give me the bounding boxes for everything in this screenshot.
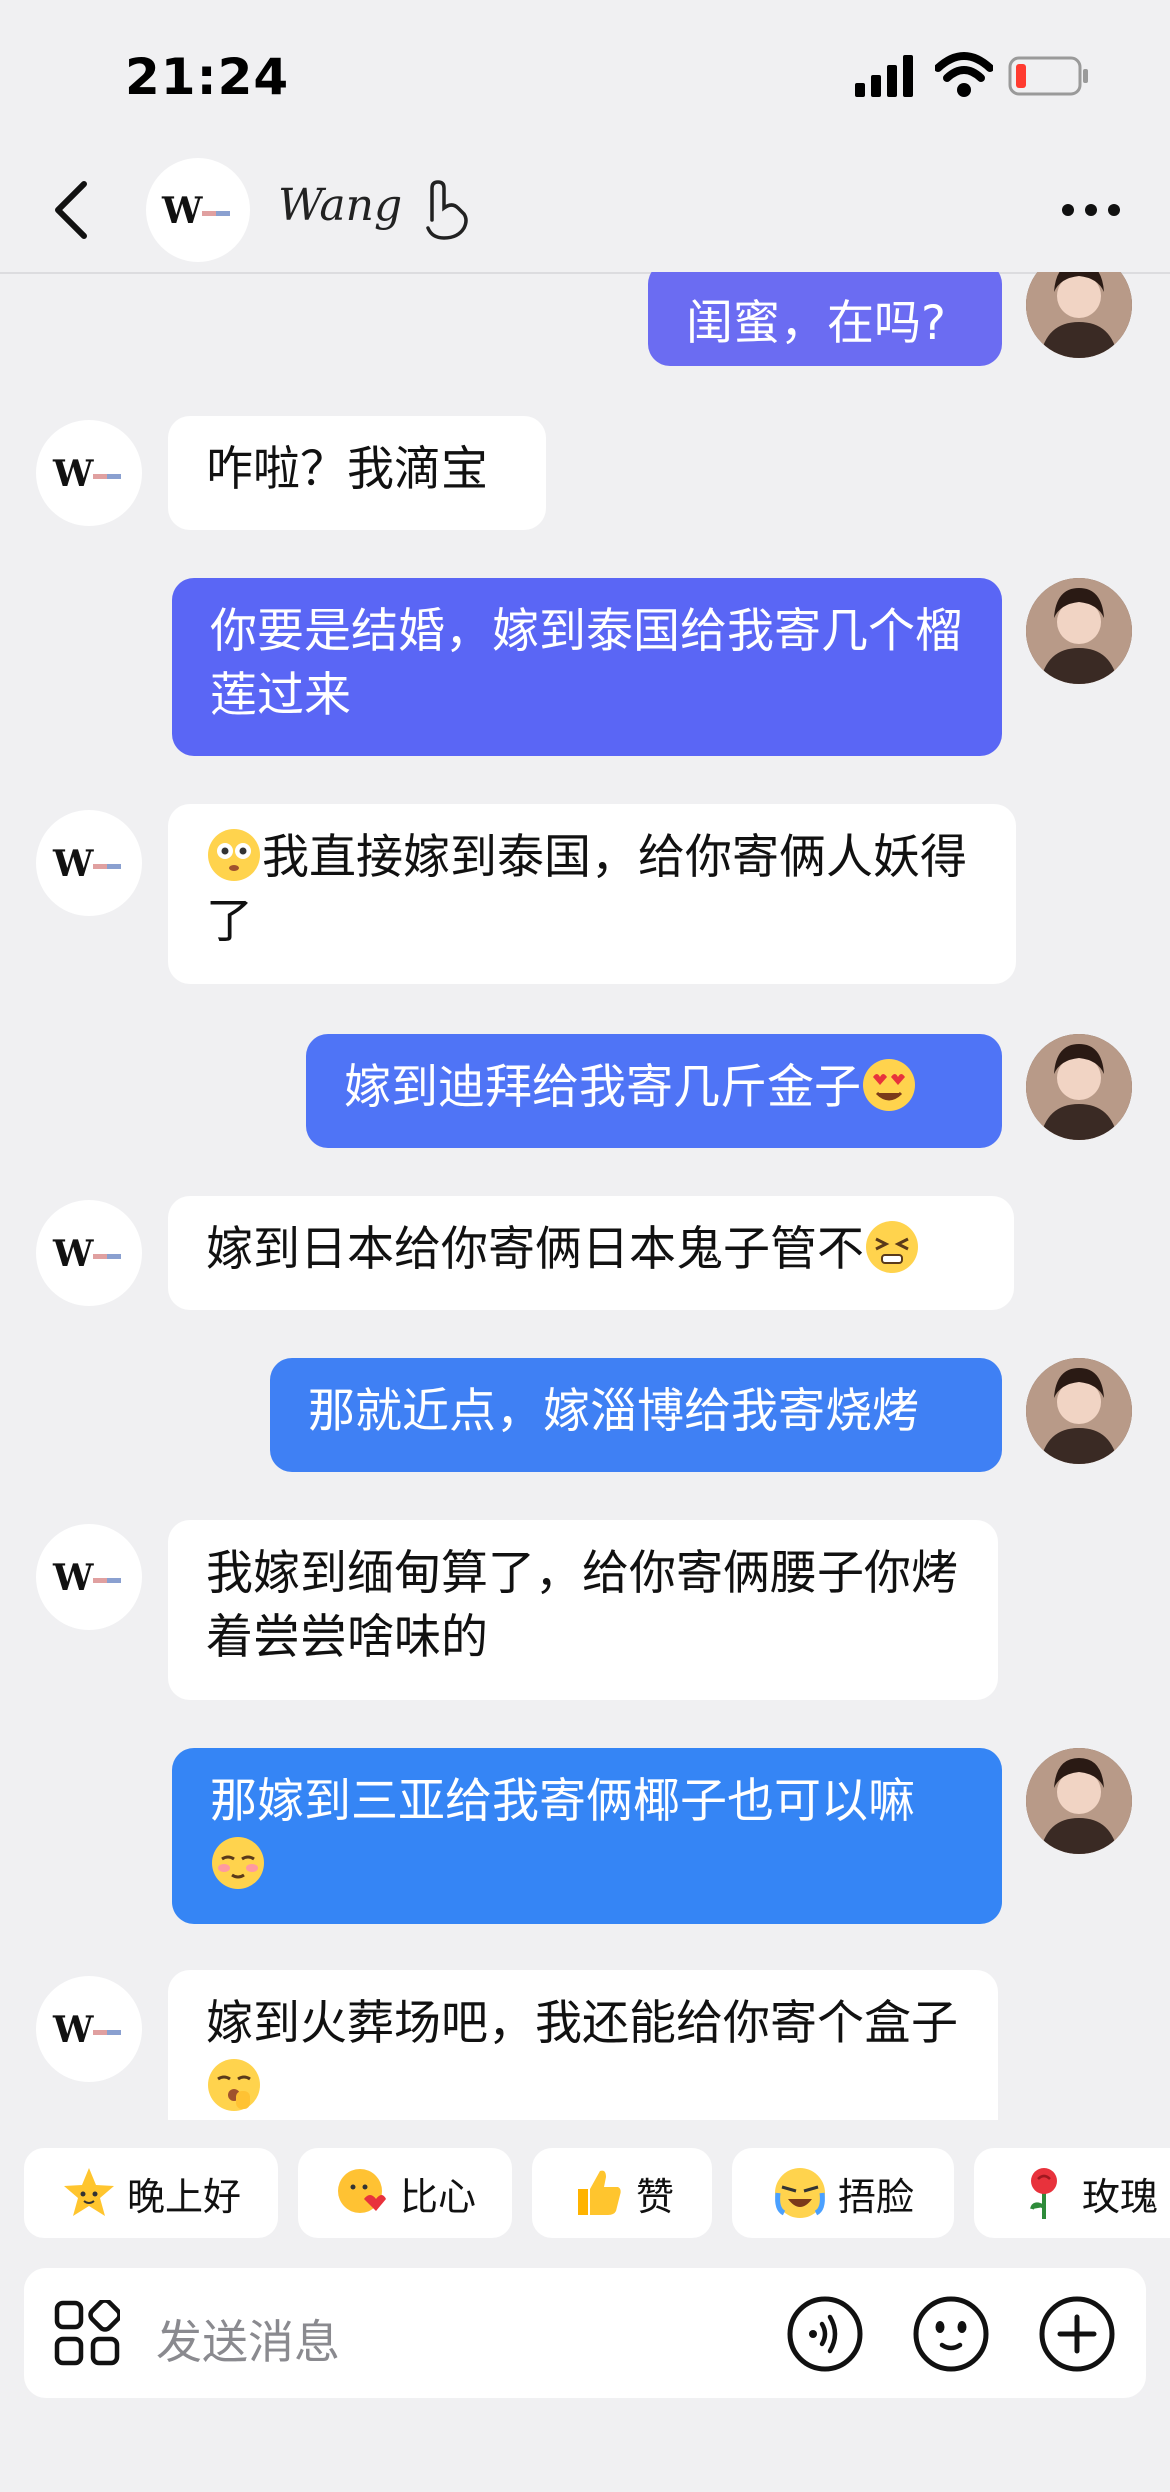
message-bubble-outgoing[interactable]: 那嫁到三亚给我寄俩椰子也可以嘛 bbox=[172, 1748, 1002, 1924]
rose-emoji-icon bbox=[1030, 2168, 1057, 2219]
cellular-signal-icon bbox=[855, 55, 913, 97]
thumbs-up-emoji-icon bbox=[577, 2170, 621, 2215]
message-text: 那嫁到三亚给我寄俩椰子也可以嘛 bbox=[210, 1774, 915, 1829]
message-bubble-outgoing[interactable]: 你要是结婚，嫁到泰国给我寄几个榴莲过来 bbox=[172, 578, 1002, 756]
contact-avatar-logo: W bbox=[52, 2009, 121, 2051]
status-time: 21:24 bbox=[125, 48, 290, 106]
message-text: 那就近点，嫁淄博给我寄烧烤 bbox=[308, 1384, 919, 1439]
message-text: 闺蜜，在吗? bbox=[686, 296, 946, 351]
back-arrow-icon[interactable] bbox=[48, 178, 92, 242]
message-bubble-outgoing[interactable]: 闺蜜，在吗? bbox=[648, 272, 1002, 366]
shy-face-emoji bbox=[212, 1837, 264, 1889]
quick-reply-label: 晚上好 bbox=[126, 2174, 241, 2219]
message-bubble-incoming[interactable]: 我嫁到缅甸算了，给你寄俩腰子你烤着尝尝啥味的 bbox=[168, 1520, 998, 1700]
wifi-icon bbox=[935, 52, 993, 97]
my-avatar-photo bbox=[1026, 1034, 1132, 1140]
svg-text:W: W bbox=[161, 190, 203, 232]
my-avatar-photo bbox=[1026, 578, 1132, 684]
quick-reply-label: 捂脸 bbox=[837, 2174, 914, 2219]
contact-avatar-logo: W bbox=[52, 453, 121, 495]
quick-reply-label: 赞 bbox=[635, 2174, 674, 2219]
contact-message-avatar[interactable]: W bbox=[36, 1200, 142, 1306]
quick-reply-facepalm[interactable]: 捂脸 bbox=[732, 2148, 954, 2238]
message-input-field[interactable]: 发送消息 bbox=[156, 2306, 340, 2372]
svg-text:W: W bbox=[52, 1233, 94, 1275]
quick-reply-bar: 晚上好 比心 赞 捂脸 玫瑰 bbox=[0, 2148, 1170, 2238]
quick-reply-rose[interactable]: 玫瑰 bbox=[974, 2148, 1170, 2238]
contact-avatar-logo: W bbox=[161, 190, 230, 232]
contact-message-avatar[interactable]: W bbox=[36, 1976, 142, 2082]
status-bar: 21:24 bbox=[0, 0, 1170, 150]
squinting-face-emoji bbox=[866, 1221, 918, 1273]
apps-grid-icon[interactable] bbox=[54, 2300, 120, 2366]
star-emoji-icon bbox=[63, 2168, 114, 2216]
my-avatar[interactable] bbox=[1026, 272, 1132, 358]
emoji-picker-icon[interactable] bbox=[912, 2295, 990, 2373]
message-bubble-incoming[interactable]: 我直接嫁到泰国，给你寄俩人妖得了 bbox=[168, 804, 1016, 984]
message-text: 嫁到日本给你寄俩日本鬼子管不 bbox=[206, 1222, 864, 1277]
pointing-hand-icon bbox=[426, 180, 468, 240]
my-avatar[interactable] bbox=[1026, 1748, 1132, 1854]
voice-input-icon[interactable] bbox=[786, 2295, 864, 2373]
svg-text:W: W bbox=[52, 453, 94, 495]
message-bubble-outgoing[interactable]: 嫁到迪拜给我寄几斤金子 bbox=[306, 1034, 1002, 1148]
contact-name[interactable]: Wang bbox=[278, 180, 402, 231]
quick-reply-like[interactable]: 赞 bbox=[532, 2148, 712, 2238]
quick-reply-label: 玫瑰 bbox=[1082, 2174, 1159, 2219]
heart-hands-emoji-icon bbox=[337, 2169, 386, 2213]
quick-reply-good-evening[interactable]: 晚上好 bbox=[24, 2148, 278, 2238]
heart-eyes-face-emoji bbox=[863, 1059, 915, 1111]
add-plus-icon[interactable] bbox=[1038, 2295, 1116, 2373]
contact-message-avatar[interactable]: W bbox=[36, 420, 142, 526]
message-bubble-incoming[interactable]: 嫁到火葬场吧，我还能给你寄个盒子 bbox=[168, 1970, 998, 2120]
facepalm-emoji-icon bbox=[774, 2168, 825, 2218]
contact-avatar-logo: W bbox=[52, 1233, 121, 1275]
my-avatar[interactable] bbox=[1026, 1034, 1132, 1140]
quick-reply-label: 比心 bbox=[399, 2174, 476, 2219]
contact-message-avatar[interactable]: W bbox=[36, 810, 142, 916]
message-text: 嫁到火葬场吧，我还能给你寄个盒子 bbox=[206, 1996, 958, 2051]
svg-text:W: W bbox=[52, 843, 94, 885]
message-text: 你要是结婚，嫁到泰国给我寄几个榴莲过来 bbox=[210, 604, 962, 723]
my-avatar[interactable] bbox=[1026, 578, 1132, 684]
my-avatar-photo bbox=[1026, 272, 1132, 358]
message-list[interactable]: 闺蜜，在吗? W 咋啦？我滴宝 你要是结婚，嫁到泰国给我寄几个榴莲过来 W 我直… bbox=[0, 272, 1170, 2120]
more-options-icon[interactable] bbox=[1060, 202, 1122, 218]
quick-reply-heart-hands[interactable]: 比心 bbox=[298, 2148, 512, 2238]
message-bubble-incoming[interactable]: 嫁到日本给你寄俩日本鬼子管不 bbox=[168, 1196, 1014, 1310]
shushing-face-emoji bbox=[208, 2059, 260, 2111]
contact-avatar-logo: W bbox=[52, 1557, 121, 1599]
message-text: 我直接嫁到泰国，给你寄俩人妖得了 bbox=[206, 830, 967, 949]
chat-header: W Wang bbox=[0, 150, 1170, 274]
contact-message-avatar[interactable]: W bbox=[36, 1524, 142, 1630]
svg-text:W: W bbox=[52, 2009, 94, 2051]
message-text: 咋啦？我滴宝 bbox=[206, 442, 488, 497]
message-input-bar: 发送消息 bbox=[24, 2268, 1146, 2398]
flushed-face-emoji bbox=[208, 829, 260, 881]
svg-text:W: W bbox=[52, 1557, 94, 1599]
message-text: 嫁到迪拜给我寄几斤金子 bbox=[344, 1060, 861, 1115]
contact-avatar-logo: W bbox=[52, 843, 121, 885]
message-text: 我嫁到缅甸算了，给你寄俩腰子你烤着尝尝啥味的 bbox=[206, 1546, 958, 1665]
message-bubble-incoming[interactable]: 咋啦？我滴宝 bbox=[168, 416, 546, 530]
message-bubble-outgoing[interactable]: 那就近点，嫁淄博给我寄烧烤 bbox=[270, 1358, 1002, 1472]
my-avatar-photo bbox=[1026, 1358, 1132, 1464]
my-avatar[interactable] bbox=[1026, 1358, 1132, 1464]
my-avatar-photo bbox=[1026, 1748, 1132, 1854]
contact-avatar[interactable]: W bbox=[146, 158, 250, 262]
battery-low-icon bbox=[1008, 56, 1088, 96]
